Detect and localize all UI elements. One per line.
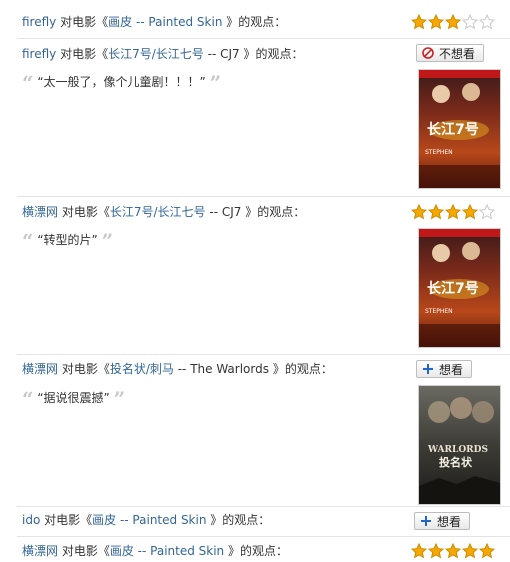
star-filled-icon [410,203,428,220]
header-text: 对电影《 [61,205,110,219]
no-entry-icon [421,46,435,60]
button-label: 想看 [439,362,464,377]
header-suffix: 》的观点： [226,15,287,29]
movie-english-title: -- CJ7 [205,205,242,219]
divider [17,354,510,355]
user-link[interactable]: 横漂网 [22,544,58,558]
movie-link[interactable]: 画皮 -- Painted Skin [110,544,224,558]
star-filled-icon [444,203,462,220]
poster-subtitle: STEPHEN [425,149,453,156]
feed-item-header: 横漂网 对电影《投名状/刺马 -- The Warlords 》的观点： [22,361,333,377]
movie-link[interactable]: 投名状/刺马 [110,362,174,376]
star-filled-icon [461,203,479,220]
movie-link[interactable]: 长江7号/长江七号 [110,205,206,219]
star-filled-icon [410,542,428,559]
star-empty-icon [461,13,479,30]
feed-item-header: ido 对电影《画皮 -- Painted Skin 》的观点： [22,512,270,528]
divider [17,506,510,507]
movie-english-title: -- CJ7 [203,47,240,61]
user-link[interactable]: firefly [22,15,56,29]
plus-icon [421,362,435,376]
rating-stars [410,203,496,222]
header-text: 对电影《 [60,15,109,29]
comment-text: “据说很震撼” [37,391,110,405]
star-filled-icon [478,542,496,559]
movie-poster-warlords[interactable]: WARLORDS 投名状 [418,385,501,505]
comment-quote: “ “据说很震撼” ” [22,389,125,409]
poster-title: WARLORDS [427,445,488,455]
not-interested-button[interactable]: 不想看 [416,44,485,62]
movie-english-title: -- The Warlords [173,362,269,376]
header-suffix: 》的观点： [245,205,306,219]
header-text: 对电影《 [44,513,93,527]
feed-item-header: 横漂网 对电影《画皮 -- Painted Skin 》的观点： [22,543,288,559]
header-suffix: 》的观点： [243,47,304,61]
divider [17,38,510,39]
divider [17,196,510,197]
open-quote-icon: “ [22,229,34,253]
header-text: 对电影《 [61,362,110,376]
star-filled-icon [444,13,462,30]
feed-item-header: 横漂网 对电影《长江7号/长江七号 -- CJ7 》的观点： [22,204,305,220]
want-to-see-button[interactable]: 想看 [416,360,473,378]
close-quote-icon: ” [101,229,114,253]
comment-text: “转型的片” [37,233,98,247]
movie-link[interactable]: 画皮 -- Painted Skin [92,513,206,527]
rating-stars [410,13,496,32]
header-suffix: 》的观点： [228,544,289,558]
header-text: 对电影《 [60,47,109,61]
star-filled-icon [427,542,445,559]
star-empty-icon [478,203,496,220]
comment-text: “太一般了，像个儿童剧！！！” [37,75,206,89]
user-link[interactable]: 横漂网 [22,362,58,376]
poster-subtitle: STEPHEN [425,308,453,315]
star-filled-icon [427,13,445,30]
header-suffix: 》的观点： [272,362,333,376]
star-filled-icon [444,542,462,559]
divider [17,536,510,537]
want-to-see-button[interactable]: 想看 [414,512,471,530]
plus-icon [419,514,433,528]
user-link[interactable]: 横漂网 [22,205,58,219]
poster-title: 长江7号 [427,121,479,138]
poster-title: 长江7号 [427,280,479,297]
star-filled-icon [410,13,428,30]
comment-quote: “ “太一般了，像个儿童剧！！！” ” [22,73,221,93]
star-filled-icon [427,203,445,220]
feed-item-header: firefly 对电影《画皮 -- Painted Skin 》的观点： [22,14,286,30]
movie-poster-cj7[interactable]: 长江7号 STEPHEN [418,228,501,348]
header-suffix: 》的观点： [210,513,271,527]
star-filled-icon [461,542,479,559]
button-label: 不想看 [439,46,476,61]
movie-link[interactable]: 画皮 -- Painted Skin [108,15,222,29]
rating-stars [410,542,496,561]
user-link[interactable]: firefly [22,47,56,61]
open-quote-icon: “ [22,71,34,95]
movie-poster-cj7[interactable]: 长江7号 STEPHEN [418,69,501,189]
close-quote-icon: ” [209,71,222,95]
poster-chinese-title: 投名状 [439,455,473,469]
star-empty-icon [478,13,496,30]
close-quote-icon: ” [113,387,126,411]
movie-link[interactable]: 长江7号/长江七号 [108,47,204,61]
header-text: 对电影《 [61,544,110,558]
feed-item-header: firefly 对电影《长江7号/长江七号 -- CJ7 》的观点： [22,46,304,62]
user-link[interactable]: ido [22,513,40,527]
open-quote-icon: “ [22,387,34,411]
comment-quote: “ “转型的片” ” [22,231,113,251]
button-label: 想看 [437,514,462,529]
